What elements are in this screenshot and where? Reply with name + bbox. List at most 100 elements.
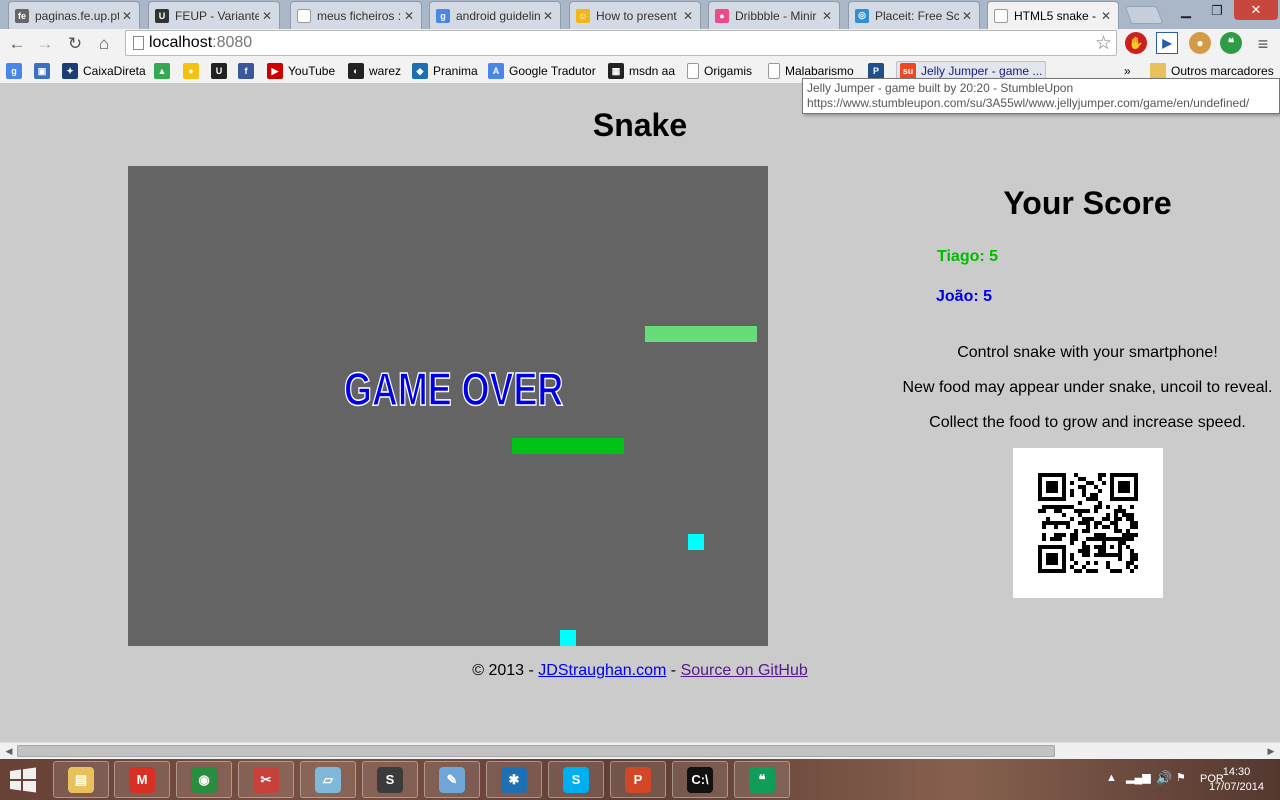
address-bar[interactable]: localhost:8080 ☆	[125, 30, 1117, 56]
restore-button[interactable]: ❐	[1204, 2, 1230, 20]
bookmark-icon	[687, 63, 699, 79]
bookmark-label: Pranima	[433, 64, 478, 78]
tab-title: Dribbble - Minir	[735, 8, 817, 23]
bookmark-icon: ◐	[348, 63, 364, 79]
gmail-icon: M	[129, 766, 155, 793]
bookmark-item[interactable]: f	[238, 62, 259, 80]
bookmark-tooltip: Jelly Jumper - game built by 20:20 - Stu…	[802, 78, 1280, 114]
bookmark-item[interactable]: ▦ msdn aa	[608, 62, 675, 80]
bookmark-item[interactable]: ▲	[154, 62, 175, 80]
bookmark-item[interactable]: ▣	[34, 62, 55, 80]
clock-date: 17/07/2014	[1208, 781, 1264, 793]
taskbar-app-command-prompt[interactable]: C:\	[672, 761, 728, 798]
snake-joao	[512, 438, 624, 454]
clock[interactable]: 14:30 17/07/2014	[1209, 765, 1264, 795]
tab-title: Placeit: Free Scr	[875, 8, 959, 23]
taskbar-app-notepad[interactable]: ▱	[300, 761, 356, 798]
taskbar-app-paint[interactable]: ✎	[424, 761, 480, 798]
taskbar-app-gmail[interactable]: M	[114, 761, 170, 798]
flag-icon[interactable]: ⚑	[1176, 771, 1186, 784]
bookmark-item[interactable]: g	[6, 62, 27, 80]
browser-tab[interactable]: ☺ How to present ✕	[569, 1, 701, 29]
taskbar-app-powerpoint[interactable]: P	[610, 761, 666, 798]
game-canvas[interactable]: GAME OVER	[128, 166, 768, 646]
notepad-icon: ▱	[315, 766, 341, 793]
bookmark-label: warez	[369, 64, 402, 78]
bookmark-label: msdn aa	[629, 64, 676, 78]
taskbar-app-sourcetree[interactable]: ✱	[486, 761, 542, 798]
tab-title: How to present	[596, 8, 677, 23]
new-tab-button[interactable]	[1124, 6, 1164, 24]
menu-icon[interactable]: ≡	[1251, 32, 1275, 56]
back-icon[interactable]: ←	[5, 32, 29, 56]
taskbar-app-sublime-text[interactable]: S	[362, 761, 418, 798]
bookmark-icon: ✦	[62, 63, 78, 79]
cookie-extension-icon[interactable]: ●	[1189, 32, 1211, 54]
food-item	[560, 630, 576, 646]
tray-expand-icon[interactable]: ▲	[1106, 772, 1117, 784]
bookmark-icon: U	[211, 63, 227, 79]
tab-favicon-icon: ◎	[855, 8, 869, 23]
tab-title: FEUP - Variantes	[175, 8, 259, 23]
play-extension-icon[interactable]: ▶	[1156, 32, 1178, 54]
hangouts-extension-icon[interactable]: ❝	[1220, 32, 1242, 54]
tab-close-icon[interactable]: ✕	[259, 9, 275, 23]
browser-tab[interactable]: U FEUP - Variantes ✕	[148, 1, 280, 29]
bookmark-label: CaixaDireta	[83, 64, 146, 78]
home-icon[interactable]: ⌂	[92, 32, 116, 56]
bookmark-item[interactable]: ◐ warez	[348, 62, 401, 80]
forward-icon[interactable]: →	[33, 32, 57, 56]
browser-tab[interactable]: HTML5 snake - ✕	[987, 1, 1119, 29]
bookmark-icon: A	[488, 63, 504, 79]
browser-tab[interactable]: g android guidelin ✕	[429, 1, 561, 29]
scrollbar-thumb[interactable]	[17, 745, 1055, 757]
tab-close-icon[interactable]: ✕	[119, 9, 135, 23]
scroll-left-icon[interactable]: ◀	[2, 745, 16, 757]
bookmark-star-icon[interactable]: ☆	[1095, 32, 1112, 55]
bookmark-item[interactable]: ✦ CaixaDireta	[62, 62, 146, 80]
tab-close-icon[interactable]: ✕	[819, 9, 835, 23]
jdstraughan-link[interactable]: JDStraughan.com	[538, 662, 666, 679]
github-source-link[interactable]: Source on GitHub	[681, 662, 808, 679]
browser-tab[interactable]: ◎ Placeit: Free Scr ✕	[848, 1, 980, 29]
url-port: :8080	[212, 34, 253, 51]
minimize-button[interactable]: ▁	[1173, 2, 1199, 20]
bookmark-item[interactable]: ◆ Pranima	[412, 62, 478, 80]
browser-tab[interactable]: fe paginas.fe.up.pt ✕	[8, 1, 140, 29]
taskbar-app-file-explorer[interactable]: ▤	[53, 761, 109, 798]
windows-start-icon[interactable]	[8, 765, 38, 795]
tab-close-icon[interactable]: ✕	[401, 9, 417, 23]
snake-tiago	[645, 326, 757, 342]
close-window-button[interactable]: ✕	[1234, 0, 1278, 20]
tab-title: meus ficheiros :	[317, 8, 401, 23]
bookmark-item[interactable]: ●	[183, 62, 204, 80]
taskbar-app-skype[interactable]: S	[548, 761, 604, 798]
tab-close-icon[interactable]: ✕	[1098, 9, 1114, 23]
bookmark-item[interactable]: U	[211, 62, 232, 80]
tab-favicon-icon	[994, 8, 1008, 23]
browser-tab[interactable]: meus ficheiros : ✕	[290, 1, 422, 29]
taskbar-app-hangouts[interactable]: ❝	[734, 761, 790, 798]
bookmark-item[interactable]: Origamis	[687, 62, 752, 80]
powerpoint-icon: P	[625, 766, 651, 793]
taskbar-app-chrome[interactable]: ◉	[176, 761, 232, 798]
file-explorer-icon: ▤	[68, 766, 94, 793]
horizontal-scrollbar[interactable]: ◀ ▶	[0, 742, 1280, 759]
bookmark-item[interactable]: ▶ YouTube	[267, 62, 335, 80]
scroll-right-icon[interactable]: ▶	[1264, 745, 1278, 757]
signal-icon[interactable]: ▂▄▆	[1126, 771, 1151, 784]
bookmark-icon: f	[238, 63, 254, 79]
folder-icon	[1150, 63, 1166, 79]
bookmark-icon: ▲	[154, 63, 170, 79]
tab-close-icon[interactable]: ✕	[680, 9, 696, 23]
bookmark-item[interactable]: A Google Tradutor	[488, 62, 596, 80]
tab-close-icon[interactable]: ✕	[540, 9, 556, 23]
tab-close-icon[interactable]: ✕	[959, 9, 975, 23]
adblock-extension-icon[interactable]: ✋	[1125, 32, 1147, 54]
clock-time: 14:30	[1222, 766, 1251, 778]
reload-icon[interactable]: ↻	[63, 32, 87, 56]
browser-tab[interactable]: ● Dribbble - Minir ✕	[708, 1, 840, 29]
taskbar-app-snipping-tool[interactable]: ✂	[238, 761, 294, 798]
volume-icon[interactable]: 🔊	[1156, 770, 1172, 786]
bookmark-icon: ▶	[267, 63, 283, 79]
